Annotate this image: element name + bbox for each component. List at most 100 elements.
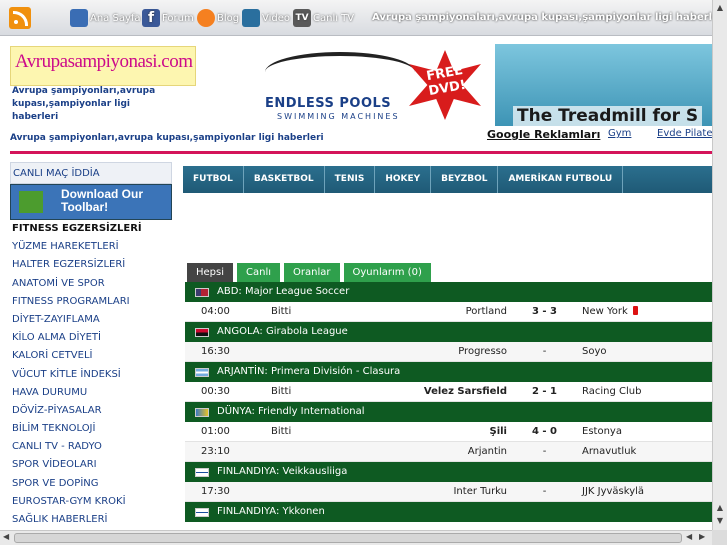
sidebar-item[interactable]: CANLI TV - RADYO: [10, 438, 172, 456]
google-ads-link[interactable]: Google Reklamları: [487, 128, 600, 141]
sidebar-item[interactable]: ANATOMİ VE SPOR: [10, 275, 172, 293]
tab-beyzbol[interactable]: BEYZBOL: [431, 166, 499, 193]
match-away: Estonya: [582, 426, 622, 437]
flag-finland-icon: [195, 507, 209, 517]
sidebar-item[interactable]: YÜZME HAREKETLERİ: [10, 238, 172, 256]
nav-tv-label: Canlı TV: [313, 12, 355, 24]
nav-video-link[interactable]: Video: [242, 0, 290, 36]
filter-tabs: Hepsi Canlı Oranlar Oyunlarım (0): [187, 263, 431, 282]
toolbar-label: Download Our Toolbar!: [61, 187, 143, 214]
logo-description: Avrupa şampiyonları,avrupa kupası,şampiy…: [12, 86, 156, 122]
league-header[interactable]: FINLANDIYA: Veikkausliiga: [185, 462, 713, 482]
league-header[interactable]: ABD: Major League Soccer: [185, 282, 713, 302]
sidebar-item[interactable]: BİLİM TEKNOLOJİ: [10, 420, 172, 438]
nav-home-label: Ana Sayfa: [90, 12, 141, 24]
sidebar: CANLI MAÇ İDDİA Download Our Toolbar! FI…: [10, 162, 172, 529]
match-away-cell: New York: [582, 302, 638, 322]
rss-icon: [9, 7, 31, 29]
match-row[interactable]: 17:30 Inter Turku - JJK Jyväskylä: [185, 482, 713, 502]
match-row[interactable]: 16:30 Progresso - Soyo: [185, 342, 713, 362]
download-toolbar-button[interactable]: Download Our Toolbar!: [10, 184, 172, 220]
sidebar-item[interactable]: HALTER EGZERSİZLERİ: [10, 256, 172, 274]
match-home: Şili: [489, 426, 508, 437]
top-headline[interactable]: Avrupa şampiyonaları,avrupa kupası,şampi…: [372, 0, 727, 36]
site-logo[interactable]: Avrupasampiyonasi.com: [10, 46, 196, 86]
league-header[interactable]: ANGOLA: Girabola League: [185, 322, 713, 342]
sidebar-item[interactable]: DİYET-ZAYIFLAMA: [10, 311, 172, 329]
nav-blog-link[interactable]: Blog: [197, 0, 239, 36]
nav-home-link[interactable]: Ana Sayfa: [70, 0, 141, 36]
sidebar-item[interactable]: EUROSTAR-GYM KROKİ: [10, 493, 172, 511]
sidebar-item[interactable]: HAVA DURUMU: [10, 384, 172, 402]
match-time: 17:30: [201, 486, 230, 497]
blog-icon: [197, 9, 215, 27]
scroll-thumb[interactable]: [14, 533, 682, 543]
horizontal-scrollbar[interactable]: ◀ ◀ ▶: [0, 530, 712, 545]
match-score: 3 - 3: [531, 306, 558, 317]
scroll-left-icon[interactable]: ◀: [3, 532, 9, 541]
vertical-scrollbar[interactable]: ▲ ▲ ▼: [712, 0, 727, 530]
match-away: Racing Club: [582, 386, 642, 397]
scroll-right-icon[interactable]: ▶: [699, 532, 705, 541]
sidebar-item[interactable]: SPOR VİDEOLARI: [10, 456, 172, 474]
nav-forum-link[interactable]: f Forum: [142, 0, 194, 36]
sidebar-item[interactable]: SPOR VE DOPİNG: [10, 475, 172, 493]
tab-hokey[interactable]: HOKEY: [375, 166, 432, 193]
match-score: 2 - 1: [531, 386, 558, 397]
scroll-left-icon[interactable]: ◀: [686, 532, 692, 541]
sidebar-item[interactable]: KİLO ALMA DİYETİ: [10, 329, 172, 347]
league-name: ANGOLA: Girabola League: [217, 326, 348, 337]
match-status: Bitti: [271, 426, 292, 437]
sidebar-item[interactable]: KALORİ CETVELİ: [10, 347, 172, 365]
rss-button[interactable]: [9, 0, 33, 36]
flag-argentina-icon: [195, 367, 209, 377]
match-list: ABD: Major League Soccer 04:00 Bitti Por…: [185, 282, 713, 522]
nav-blog-label: Blog: [217, 12, 240, 24]
banner-brand: ENDLESS POOLS: [265, 96, 392, 111]
sub-headline: Avrupa şampiyonları,avrupa kupası,şampiy…: [10, 133, 324, 143]
tv-icon: TV: [293, 9, 311, 27]
sidebar-item[interactable]: VÜCUT KİTLE İNDEKSİ: [10, 366, 172, 384]
match-row[interactable]: 23:10 Arjantin - Arnavutluk: [185, 442, 713, 462]
ad-link-gym[interactable]: Gym: [608, 128, 631, 139]
logo-text: Avrupasampiyonasi.com: [15, 51, 193, 72]
nav-forum-label: Forum: [162, 12, 194, 24]
league-header[interactable]: ARJANTİN: Primera División - Clasura: [185, 362, 713, 382]
filter-tab-all[interactable]: Hepsi: [187, 263, 234, 282]
scroll-up-icon[interactable]: ▲: [715, 503, 725, 513]
sidebar-item[interactable]: SAĞLIK HABERLERİ: [10, 511, 172, 529]
match-row[interactable]: 01:00 Bitti Şili 4 - 0 Estonya: [185, 422, 713, 442]
flag-finland-icon: [195, 467, 209, 477]
filter-tab-my-games[interactable]: Oyunlarım (0): [343, 263, 431, 282]
flag-usa-icon: [195, 287, 209, 297]
league-header[interactable]: FINLANDIYA: Ykkonen: [185, 502, 713, 522]
sidebar-item[interactable]: FITNESS PROGRAMLARI: [10, 293, 172, 311]
match-home: Progresso: [458, 346, 507, 357]
tab-futbol[interactable]: FUTBOL: [183, 166, 244, 193]
nav-tv-link[interactable]: TV Canlı TV: [293, 0, 354, 36]
tab-basketbol[interactable]: BASKETBOL: [244, 166, 325, 193]
league-name: ABD: Major League Soccer: [217, 286, 350, 297]
ad-link-pilates[interactable]: Evde Pilates: [657, 128, 718, 139]
ad-banner[interactable]: ENDLESS POOLS SWIMMING MACHINES FREE DVD…: [255, 44, 713, 126]
sidebar-item[interactable]: FITNESS EGZERSİZLERİ: [10, 220, 172, 238]
video-icon: [242, 9, 260, 27]
tab-amerikan-futbolu[interactable]: AMERİKAN FUTBOLU: [498, 166, 624, 193]
match-row[interactable]: 04:00 Bitti Portland 3 - 3 New York: [185, 302, 713, 322]
sidebar-canli-iddia[interactable]: CANLI MAÇ İDDİA: [10, 162, 172, 184]
match-status: Bitti: [271, 386, 292, 397]
league-header[interactable]: DÜNYA: Friendly International: [185, 402, 713, 422]
download-arrow-icon: [19, 191, 43, 213]
match-time: 04:00: [201, 306, 230, 317]
filter-tab-odds[interactable]: Oranlar: [284, 263, 340, 282]
tab-tenis[interactable]: TENIS: [325, 166, 376, 193]
match-row[interactable]: 00:30 Bitti Velez Sarsfield 2 - 1 Racing…: [185, 382, 713, 402]
sidebar-item[interactable]: DÖVİZ-PİYASALAR: [10, 402, 172, 420]
scroll-corner: [712, 530, 727, 545]
filter-tab-live[interactable]: Canlı: [237, 263, 281, 282]
nav-video-label: Video: [262, 12, 291, 24]
facebook-icon: f: [142, 9, 160, 27]
scroll-down-icon[interactable]: ▼: [715, 516, 725, 526]
sidebar-menu: FITNESS EGZERSİZLERİ YÜZME HAREKETLERİ H…: [10, 220, 172, 529]
scroll-up-icon[interactable]: ▲: [715, 3, 725, 13]
